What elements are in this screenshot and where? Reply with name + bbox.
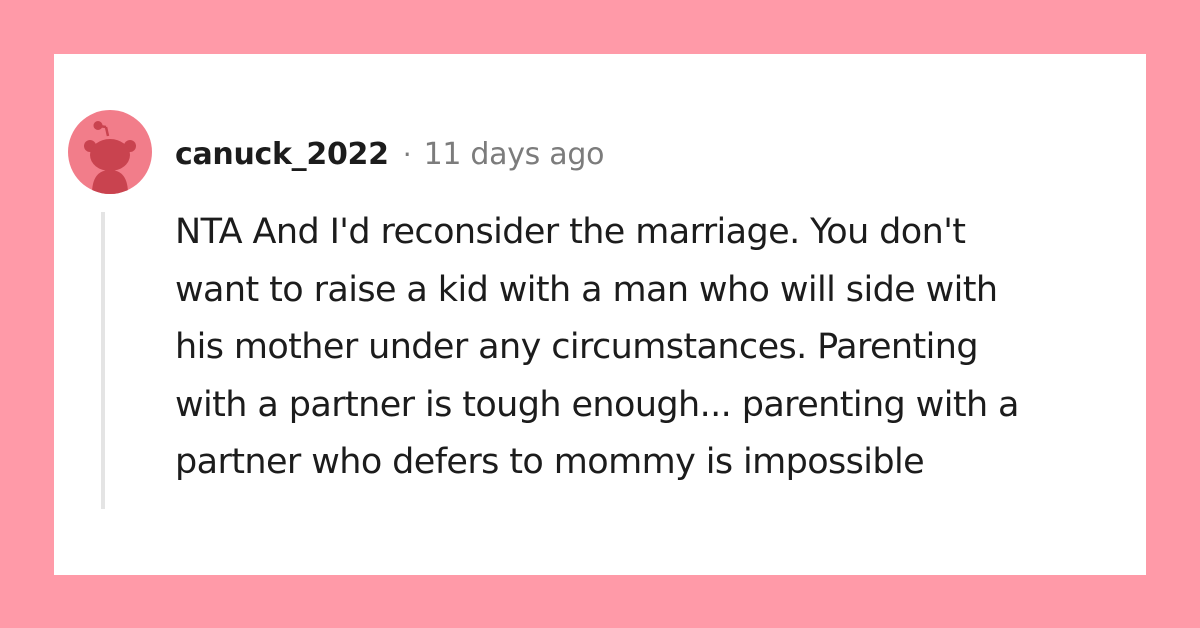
username-link[interactable]: canuck_2022 <box>175 137 389 172</box>
reddit-snoo-icon <box>84 121 136 194</box>
meta-separator: · <box>402 137 412 171</box>
comment-body-line: with a partner is tough enough... parent… <box>175 384 1020 425</box>
avatar[interactable] <box>68 110 152 194</box>
comment-body-line: partner who defers to mommy is impossibl… <box>175 442 925 482</box>
thread-collapse-line[interactable] <box>101 212 105 509</box>
comment-body-line: want to raise a kid with a man who will … <box>175 269 998 310</box>
comment-body-line: his mother under any circumstances. Pare… <box>175 327 979 367</box>
comment-meta: canuck_2022 · 11 days ago <box>175 132 604 176</box>
comment-card: canuck_2022 · 11 days ago NTA And I'd re… <box>54 54 1146 575</box>
comment-body-line: NTA And I'd reconsider the marriage. You… <box>175 212 966 252</box>
timestamp[interactable]: 11 days ago <box>424 137 605 172</box>
comment-body: NTA And I'd reconsider the marriage. You… <box>175 204 1135 492</box>
